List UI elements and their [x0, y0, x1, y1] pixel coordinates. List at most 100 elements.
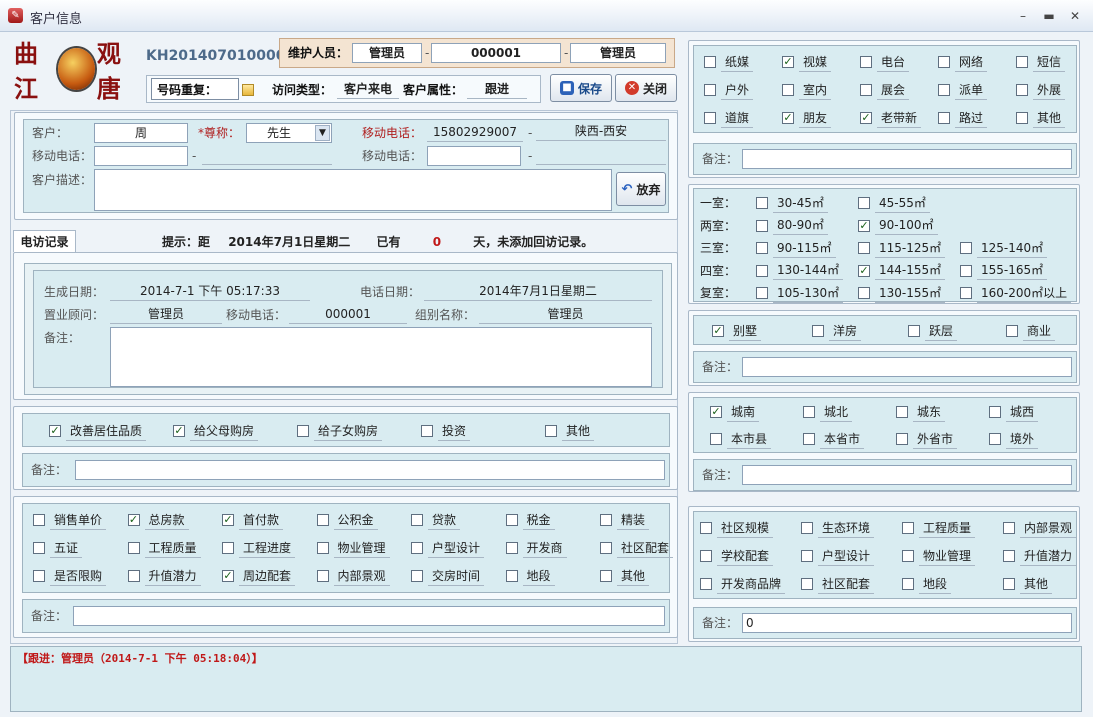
unchecked-checkbox-icon[interactable]: [858, 287, 870, 299]
unchecked-checkbox-icon[interactable]: [896, 433, 908, 445]
purpose-option[interactable]: ✓ 改善居住品质: [49, 421, 147, 441]
factors-notes-field[interactable]: [73, 606, 665, 626]
media-option[interactable]: 纸媒: [704, 52, 754, 72]
unchecked-checkbox-icon[interactable]: [127, 542, 140, 554]
house-type-option[interactable]: 商业: [1006, 321, 1056, 341]
media-notes-field[interactable]: [742, 149, 1072, 169]
factor-option[interactable]: 工程质量: [127, 538, 201, 558]
area-option[interactable]: 城北: [803, 402, 853, 422]
factor-option[interactable]: 税金: [505, 510, 555, 530]
desc-field[interactable]: [94, 169, 612, 211]
unchecked-checkbox-icon[interactable]: [1003, 522, 1015, 534]
checked-checkbox-icon[interactable]: ✓: [858, 264, 870, 277]
factor-option[interactable]: ✓ 首付款: [222, 510, 284, 530]
duplicate-checkbox[interactable]: [242, 84, 254, 96]
unchecked-checkbox-icon[interactable]: [858, 197, 870, 209]
maintainer-role-field[interactable]: 管理员: [570, 43, 666, 63]
region-value[interactable]: 陕西-西安: [536, 121, 666, 141]
unchecked-checkbox-icon[interactable]: [600, 514, 612, 526]
close-window-button[interactable]: ✕: [1066, 8, 1084, 24]
unchecked-checkbox-icon[interactable]: [938, 112, 950, 124]
save-button[interactable]: ■ 保存: [550, 74, 612, 102]
media-option[interactable]: 短信: [1016, 52, 1066, 72]
room-size-option[interactable]: 130-155㎡: [858, 283, 946, 303]
unchecked-checkbox-icon[interactable]: [908, 325, 920, 337]
tab-call-record[interactable]: 电访记录: [13, 230, 76, 252]
house-notes-field[interactable]: [742, 357, 1072, 377]
factor-option[interactable]: 开发商: [505, 538, 567, 558]
room-size-option[interactable]: 90-115㎡: [756, 238, 836, 258]
factor-option[interactable]: 五证: [33, 538, 83, 558]
unchecked-checkbox-icon[interactable]: [1016, 84, 1028, 96]
room-size-option[interactable]: ✓ 90-100㎡: [858, 216, 938, 236]
room-size-option[interactable]: 105-130㎡: [756, 283, 844, 303]
purpose-notes-field[interactable]: [75, 460, 665, 480]
visit-type-value[interactable]: 客户来电: [337, 79, 399, 99]
room-size-option[interactable]: 80-90㎡: [756, 216, 828, 236]
room-size-option[interactable]: 130-144㎡: [756, 261, 844, 281]
unchecked-checkbox-icon[interactable]: [902, 578, 914, 590]
mobile3-extra[interactable]: [536, 145, 666, 165]
concerns-notes-field[interactable]: 0: [742, 613, 1072, 633]
unchecked-checkbox-icon[interactable]: [960, 242, 972, 254]
checked-checkbox-icon[interactable]: ✓: [49, 425, 61, 437]
unchecked-checkbox-icon[interactable]: [860, 56, 872, 68]
area-option[interactable]: 城东: [896, 402, 946, 422]
unchecked-checkbox-icon[interactable]: [600, 542, 612, 554]
factor-option[interactable]: 工程进度: [222, 538, 296, 558]
factor-option[interactable]: ✓ 总房款: [127, 510, 189, 530]
factor-option[interactable]: 交房时间: [411, 566, 485, 586]
unchecked-checkbox-icon[interactable]: [316, 514, 329, 526]
checked-checkbox-icon[interactable]: ✓: [860, 112, 872, 124]
unchecked-checkbox-icon[interactable]: [812, 325, 824, 337]
unchecked-checkbox-icon[interactable]: [421, 425, 433, 437]
media-option[interactable]: 电台: [860, 52, 910, 72]
area-option[interactable]: 本市县: [710, 429, 772, 449]
room-size-option[interactable]: 45-55㎡: [858, 193, 930, 213]
concern-option[interactable]: 其他: [1003, 574, 1053, 594]
checked-checkbox-icon[interactable]: ✓: [858, 219, 870, 232]
factor-option[interactable]: 社区配套: [600, 538, 674, 558]
concern-option[interactable]: 生态环境: [801, 518, 875, 538]
room-size-option[interactable]: 115-125㎡: [858, 238, 946, 258]
house-type-option[interactable]: 跃层: [908, 321, 958, 341]
unchecked-checkbox-icon[interactable]: [700, 522, 712, 534]
checked-checkbox-icon[interactable]: ✓: [127, 514, 140, 526]
purpose-option[interactable]: 投资: [421, 421, 471, 441]
minimize-button[interactable]: –: [1014, 8, 1032, 24]
unchecked-checkbox-icon[interactable]: [704, 112, 716, 124]
checked-checkbox-icon[interactable]: ✓: [173, 425, 185, 437]
checked-checkbox-icon[interactable]: ✓: [782, 56, 794, 68]
chevron-down-icon[interactable]: ▼: [315, 125, 330, 141]
area-option[interactable]: 本省市: [803, 429, 865, 449]
factor-option[interactable]: 贷款: [411, 510, 461, 530]
area-option[interactable]: 境外: [989, 429, 1039, 449]
concern-option[interactable]: 工程质量: [902, 518, 976, 538]
unchecked-checkbox-icon[interactable]: [938, 84, 950, 96]
unchecked-checkbox-icon[interactable]: [600, 570, 612, 582]
purpose-option[interactable]: 给子女购房: [297, 421, 383, 441]
mobile2-field[interactable]: [94, 146, 188, 166]
unchecked-checkbox-icon[interactable]: [989, 406, 1001, 418]
maximize-button[interactable]: ▬: [1040, 8, 1058, 24]
media-option[interactable]: 室内: [782, 80, 832, 100]
concern-option[interactable]: 升值潜力: [1003, 546, 1077, 566]
concern-option[interactable]: 地段: [902, 574, 952, 594]
unchecked-checkbox-icon[interactable]: [960, 287, 972, 299]
checked-checkbox-icon[interactable]: ✓: [710, 406, 722, 418]
unchecked-checkbox-icon[interactable]: [316, 570, 329, 582]
record-notes-field[interactable]: [110, 327, 652, 387]
media-option[interactable]: 其他: [1016, 108, 1066, 128]
mobile-value[interactable]: 15802929007: [427, 122, 523, 142]
unchecked-checkbox-icon[interactable]: [989, 433, 1001, 445]
unchecked-checkbox-icon[interactable]: [803, 433, 815, 445]
unchecked-checkbox-icon[interactable]: [782, 84, 794, 96]
factor-option[interactable]: ✓ 周边配套: [222, 566, 296, 586]
room-size-option[interactable]: ✓ 144-155㎡: [858, 261, 946, 281]
unchecked-checkbox-icon[interactable]: [505, 570, 518, 582]
area-option[interactable]: 城西: [989, 402, 1039, 422]
unchecked-checkbox-icon[interactable]: [1003, 550, 1015, 562]
unchecked-checkbox-icon[interactable]: [33, 542, 45, 554]
unchecked-checkbox-icon[interactable]: [704, 84, 716, 96]
maintainer-code-field[interactable]: 000001: [431, 43, 561, 63]
